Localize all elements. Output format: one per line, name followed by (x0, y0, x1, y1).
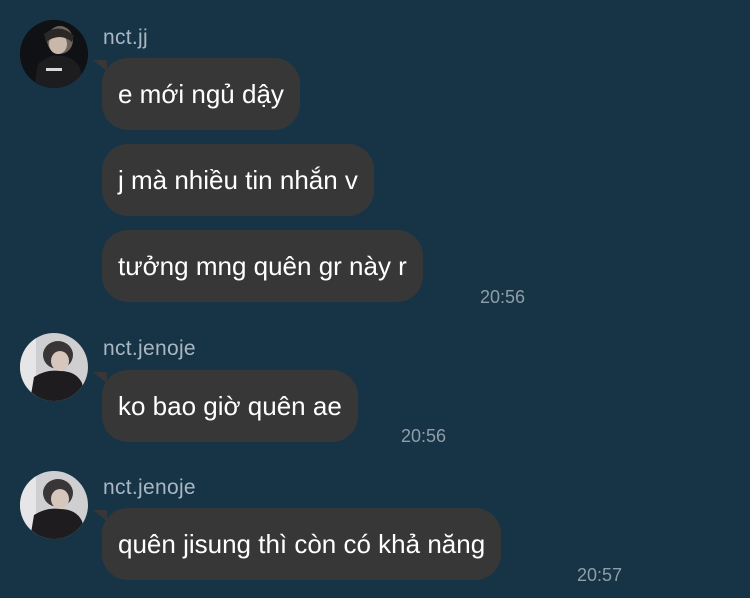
user-avatar-icon (20, 20, 88, 88)
sender-name: nct.jj (103, 26, 148, 49)
message-bubble[interactable]: j mà nhiều tin nhắn v (102, 144, 374, 216)
user-avatar-icon (20, 471, 88, 539)
sender-name: nct.jenoje (103, 337, 196, 360)
message-bubble[interactable]: ko bao giờ quên ae (102, 370, 358, 442)
message-timestamp: 20:57 (577, 565, 623, 585)
avatar-nct-jj[interactable] (20, 20, 88, 88)
chat-thread: nct.jj e mới ngủ dậy j mà nhiều tin nhắn… (0, 0, 750, 598)
sender-name: nct.jenoje (103, 476, 196, 499)
message-bubble[interactable]: quên jisung thì còn có khả năng (102, 508, 502, 580)
message-bubble[interactable]: tưởng mng quên gr này r (102, 230, 423, 302)
message-timestamp: 20:56 (401, 426, 447, 446)
message-timestamp: 20:56 (480, 287, 526, 307)
avatar-nct-jenoje[interactable] (20, 471, 88, 539)
message-bubble[interactable]: e mới ngủ dậy (102, 58, 300, 130)
user-avatar-icon (20, 333, 88, 401)
avatar-nct-jenoje[interactable] (20, 333, 88, 401)
